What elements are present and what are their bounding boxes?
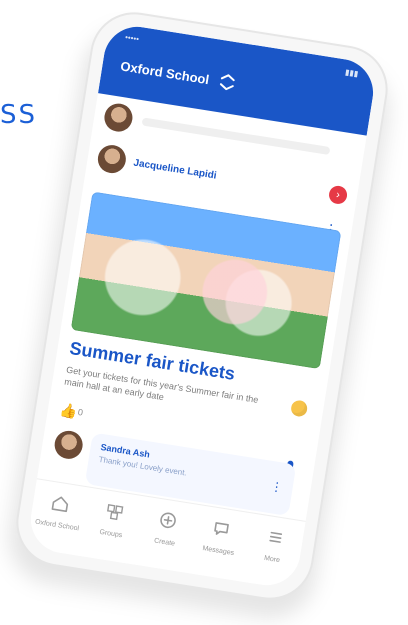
emoji-icon[interactable]	[290, 399, 309, 418]
menu-icon	[269, 531, 282, 543]
switch-icon[interactable]	[218, 72, 237, 92]
nav-create-label: Create	[153, 537, 176, 548]
avatar	[102, 101, 135, 134]
nav-messages[interactable]: Messages	[193, 515, 248, 558]
groups-icon	[106, 503, 123, 520]
like-count: 0	[77, 406, 84, 418]
author-avatar	[95, 143, 128, 176]
status-right: ▮▮▮	[344, 67, 359, 79]
home-icon	[51, 496, 69, 513]
nav-home-label: Oxford School	[34, 518, 80, 533]
nav-groups[interactable]: Groups	[86, 498, 141, 541]
nav-create[interactable]: Create	[139, 507, 194, 550]
post-photo	[70, 191, 342, 370]
nav-groups-label: Groups	[98, 528, 123, 540]
status-left: •••••	[124, 32, 140, 44]
messages-icon	[214, 522, 230, 535]
post-badge[interactable]: ›	[327, 184, 349, 206]
side-text: SS	[0, 100, 38, 130]
create-icon	[160, 512, 176, 529]
nav-messages-label: Messages	[201, 545, 235, 558]
comment-text: Thank you! Lovely event.	[98, 454, 188, 478]
phone-mockup: ••••• ▮▮▮ Oxford School Jacqueline Lapid…	[10, 5, 394, 607]
nav-more-label: More	[263, 554, 281, 565]
nav-home[interactable]: Oxford School	[32, 490, 87, 533]
comment-options-icon[interactable]: ⋮	[270, 479, 284, 495]
post-author[interactable]: Jacqueline Lapidi	[133, 157, 218, 181]
thumbs-up-icon[interactable]: 👍	[59, 401, 79, 421]
nav-more[interactable]: More	[247, 524, 302, 567]
school-name[interactable]: Oxford School	[119, 58, 210, 87]
comment-avatar	[52, 428, 85, 461]
